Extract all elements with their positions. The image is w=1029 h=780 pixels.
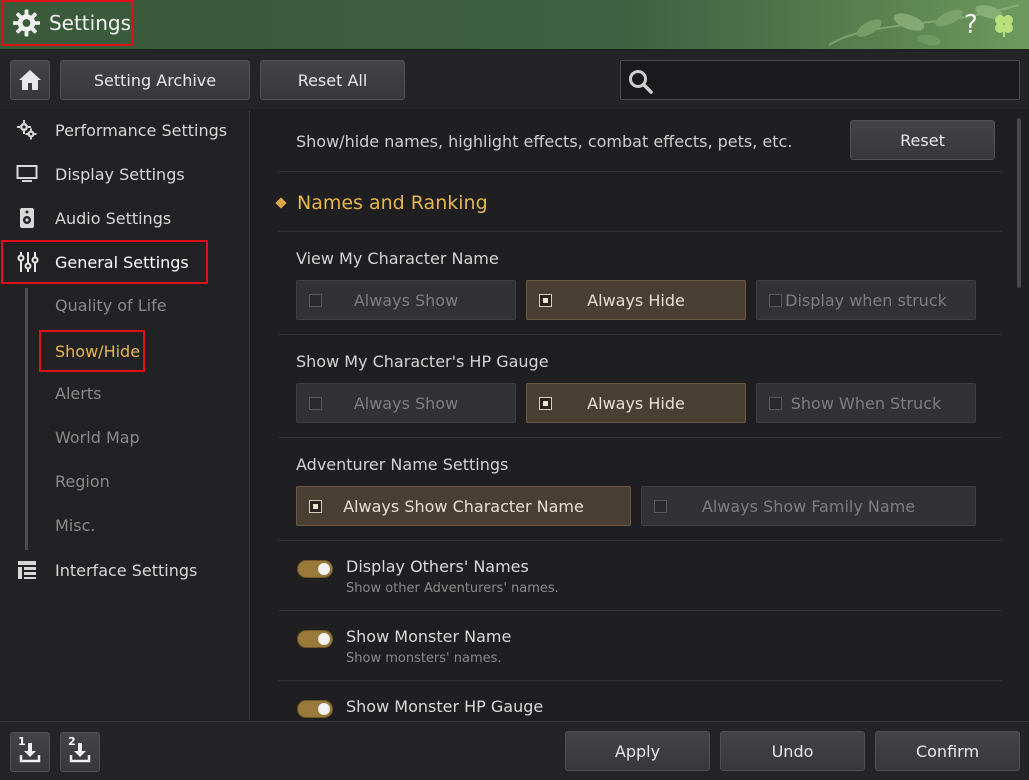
toolbar: Setting Archive Reset All [0, 51, 1029, 109]
option-always-hide[interactable]: Always Hide [526, 280, 746, 320]
window-title: Settings [1, 0, 133, 46]
sidebar-item-general[interactable]: General Settings [1, 240, 208, 284]
scrollbar[interactable] [1017, 118, 1021, 288]
page-description: Show/hide names, highlight effects, comb… [296, 132, 793, 151]
option-label: Always Show [353, 290, 459, 310]
submenu-item-world-map[interactable]: World Map [55, 428, 140, 447]
search-box[interactable] [620, 60, 1020, 100]
diamond-icon [275, 197, 287, 209]
checkbox-icon [309, 294, 322, 307]
option-label: Always Show Character Name [343, 496, 584, 516]
home-button[interactable] [10, 60, 50, 100]
checkbox-icon [309, 397, 322, 410]
save-slot-1-button[interactable]: 1 [10, 732, 50, 772]
submenu-item-misc[interactable]: Misc. [55, 516, 95, 535]
sidebar-item-label: Interface Settings [55, 560, 198, 580]
undo-button[interactable]: Undo [720, 731, 865, 771]
toggle-subtitle: Show monsters' names. [346, 651, 502, 666]
toggle-show-monster-hp-gauge[interactable] [297, 700, 333, 718]
setting-archive-button[interactable]: Setting Archive [60, 60, 250, 100]
toggle-title: Show Monster Name [346, 627, 512, 646]
toggle-title: Show Monster HP Gauge [346, 697, 544, 716]
toggle-subtitle: Show other Adventurers' names. [346, 581, 559, 596]
checkbox-icon [769, 397, 782, 410]
reset-all-button[interactable]: Reset All [260, 60, 405, 100]
checkbox-icon [654, 500, 667, 513]
divider [279, 171, 1001, 172]
save-slot-2-button[interactable]: 2 [60, 732, 100, 772]
title-bar: Settings ? [0, 0, 1029, 50]
toggle-display-others-names[interactable] [297, 560, 333, 578]
option-label: Always Show [353, 393, 459, 413]
submenu-item-show-hide[interactable]: Show/Hide [39, 330, 145, 372]
sidebar-item-audio[interactable]: Audio Settings [0, 198, 250, 238]
submenu-item-quality-of-life[interactable]: Quality of Life [55, 296, 167, 315]
toggle-title: Display Others' Names [346, 557, 529, 576]
option-always-hide[interactable]: Always Hide [526, 383, 746, 423]
checkbox-icon [539, 294, 552, 307]
footer: 1 2 Apply Undo Confirm [0, 721, 1029, 780]
toggle-show-monster-name[interactable] [297, 630, 333, 648]
reset-button[interactable]: Reset [850, 120, 995, 160]
checkbox-icon [539, 397, 552, 410]
divider [279, 437, 1001, 438]
checkbox-icon [309, 500, 322, 513]
divider [279, 334, 1001, 335]
help-icon[interactable]: ? [964, 10, 978, 40]
group-label: Show My Character's HP Gauge [296, 352, 549, 371]
confirm-button[interactable]: Confirm [875, 731, 1020, 771]
search-input[interactable] [665, 65, 1010, 95]
section-title: Names and Ranking [297, 192, 488, 214]
option-label: Show When Struck [790, 393, 942, 413]
gears-icon [16, 119, 38, 141]
option-display-when-struck[interactable]: Display when struck [756, 280, 976, 320]
option-always-show[interactable]: Always Show [296, 280, 516, 320]
sidebar-item-label: General Settings [55, 252, 189, 272]
option-show-when-struck[interactable]: Show When Struck [756, 383, 976, 423]
apply-button[interactable]: Apply [565, 731, 710, 771]
slot-number: 1 [18, 735, 26, 748]
option-always-show-character-name[interactable]: Always Show Character Name [296, 486, 631, 526]
submenu-item-alerts[interactable]: Alerts [55, 384, 101, 403]
gear-icon [12, 9, 41, 37]
divider [279, 610, 1001, 611]
option-label: Always Hide [587, 393, 685, 413]
divider [279, 231, 1001, 232]
option-label: Always Show Family Name [701, 496, 916, 516]
group-label: Adventurer Name Settings [296, 455, 509, 474]
monitor-icon [16, 163, 38, 185]
group-label: View My Character Name [296, 249, 499, 268]
sidebar-item-interface[interactable]: Interface Settings [0, 550, 250, 590]
divider [279, 540, 1001, 541]
sidebar-item-label: Audio Settings [55, 208, 172, 228]
sidebar-item-label: Performance Settings [55, 120, 228, 140]
home-icon [19, 70, 41, 90]
section-header[interactable]: Names and Ranking [275, 192, 488, 214]
option-always-show[interactable]: Always Show [296, 383, 516, 423]
sidebar-item-label: Display Settings [55, 164, 185, 184]
checkbox-icon [769, 294, 782, 307]
speaker-icon [16, 207, 38, 229]
sidebar-item-performance[interactable]: Performance Settings [0, 110, 250, 150]
option-label: Always Hide [587, 290, 685, 310]
search-icon [629, 70, 653, 94]
option-label: Display when struck [785, 290, 947, 310]
layout-icon [16, 559, 38, 581]
submenu-item-region[interactable]: Region [55, 472, 110, 491]
divider [279, 680, 1001, 681]
clover-icon[interactable] [991, 12, 1017, 38]
sidebar: Performance Settings Display Settings Au… [0, 110, 250, 720]
slot-number: 2 [68, 735, 76, 748]
option-always-show-family-name[interactable]: Always Show Family Name [641, 486, 976, 526]
submenu-line [25, 288, 28, 550]
sidebar-item-display[interactable]: Display Settings [0, 154, 250, 194]
sliders-icon [17, 251, 39, 273]
main-panel: Show/hide names, highlight effects, comb… [251, 110, 1029, 720]
title-text: Settings [48, 11, 131, 35]
